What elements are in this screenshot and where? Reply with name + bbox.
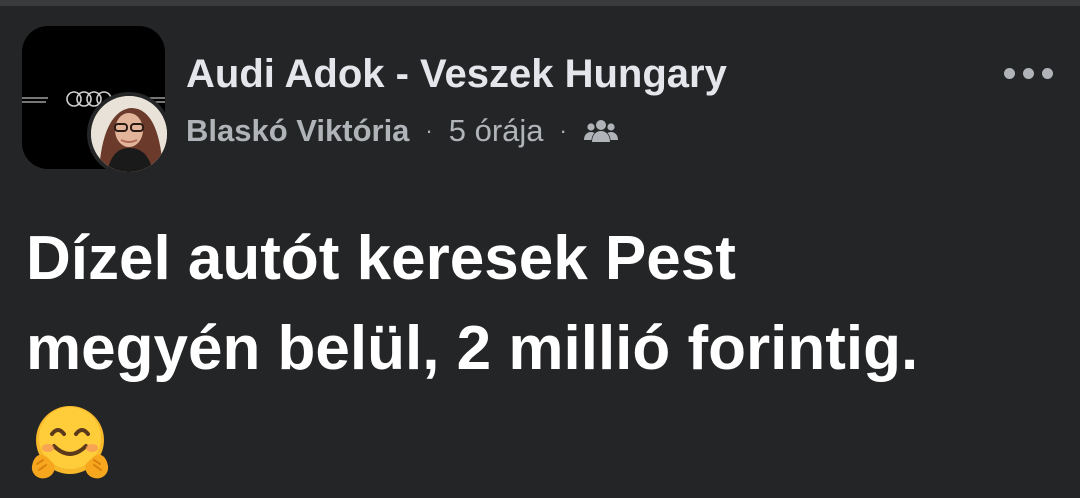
group-name[interactable]: Audi Adok - Veszek Hungary (186, 52, 727, 97)
more-options-icon[interactable] (996, 56, 1060, 90)
post-meta: Blaskó Viktória · 5 órája · (186, 110, 619, 152)
author-avatar[interactable] (87, 92, 171, 176)
feed-post: Audi Adok - Veszek Hungary Blaskó Viktór… (0, 6, 1080, 498)
hugging-face-emoji (28, 404, 112, 484)
group-icon (583, 116, 619, 146)
post-text-line-2: megyén belül, 2 millió forintig. (26, 314, 919, 383)
post-timestamp[interactable]: 5 órája (449, 113, 544, 149)
meta-separator: · (559, 118, 567, 143)
meta-separator: · (425, 118, 433, 143)
post-text-line-1: Dízel autót keresek Pest (26, 224, 736, 293)
post-text: Dízel autót keresek Pest megyén belül, 2… (26, 214, 1056, 394)
profile-photo (91, 96, 167, 172)
author-name[interactable]: Blaskó Viktória (186, 113, 409, 149)
